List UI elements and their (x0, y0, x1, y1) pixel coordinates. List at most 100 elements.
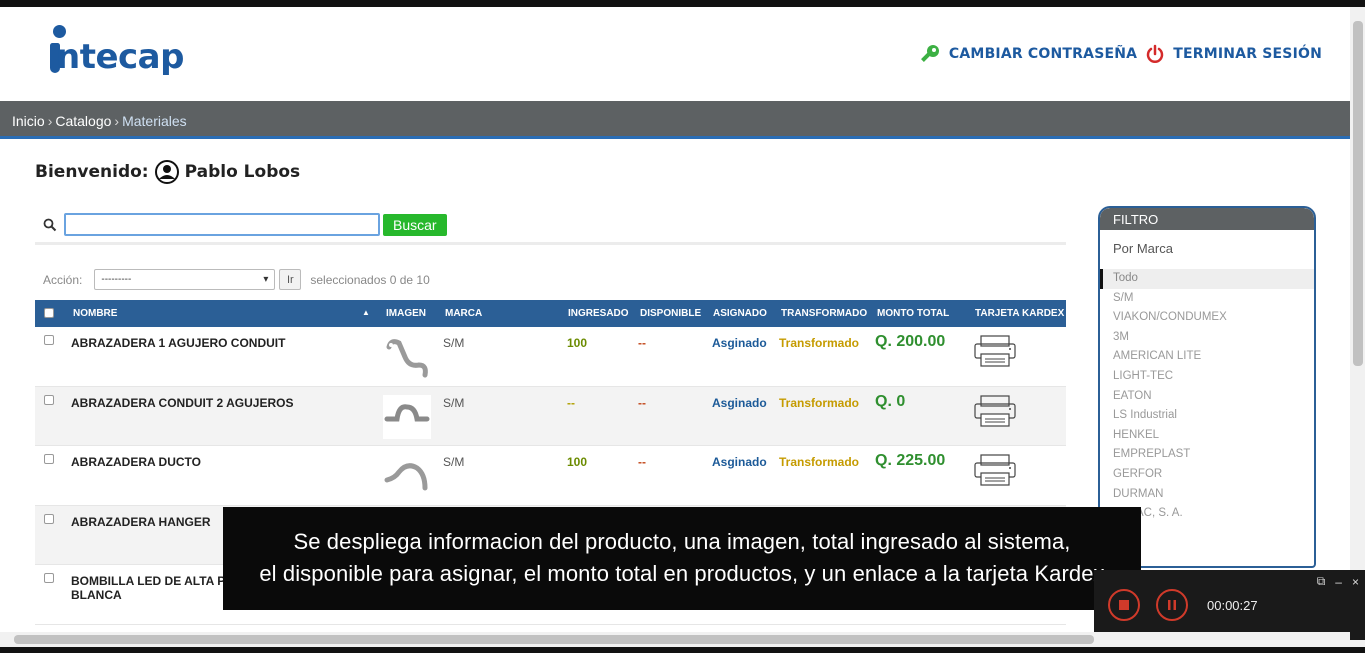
logo[interactable]: ntecap (48, 23, 198, 85)
header-imagen: IMAGEN (386, 308, 426, 319)
top-edge (0, 0, 1365, 7)
logo-text: ntecap (56, 37, 184, 77)
row-checkbox[interactable] (44, 454, 54, 464)
recorder-time: 00:00:27 (1207, 598, 1258, 613)
filter-item[interactable]: S/M (1100, 289, 1314, 309)
action-row: Acción: --------- ▾ Ir seleccionados 0 d… (43, 269, 430, 290)
breadcrumb-sep: › (114, 113, 120, 129)
row-nombre[interactable]: ABRAZADERA DUCTO (71, 455, 201, 469)
row-nombre-line2: BLANCA (71, 588, 122, 602)
header-nombre[interactable]: NOMBRE (73, 308, 117, 319)
header-monto[interactable]: MONTO TOTAL (877, 308, 949, 319)
pause-button[interactable] (1156, 589, 1188, 621)
search-icon (43, 218, 57, 231)
filter-item[interactable]: GERFOR (1100, 465, 1314, 485)
filter-item[interactable]: HENKEL (1100, 426, 1314, 446)
welcome: Bienvenido: Pablo Lobos (35, 160, 300, 184)
filter-item[interactable]: 3M (1100, 328, 1314, 348)
row-asignado[interactable]: Asginado (712, 455, 767, 469)
filter-subtitle: Por Marca (1113, 241, 1173, 256)
minimize-icon[interactable]: – (1335, 575, 1342, 589)
row-nombre-line1: BOMBILLA LED DE ALTA POT (71, 574, 242, 588)
row-transformado[interactable]: Transformado (779, 396, 859, 410)
logout-link[interactable]: TERMINAR SESIÓN (1145, 44, 1322, 64)
row-transformado[interactable]: Transformado (779, 455, 859, 469)
header-asignado[interactable]: ASIGNADO (713, 308, 767, 319)
row-checkbox[interactable] (44, 335, 54, 345)
header-ingresado[interactable]: INGRESADO (568, 308, 629, 319)
row-nombre[interactable]: BOMBILLA LED DE ALTA POT BLANCA (71, 574, 242, 602)
row-disponible: -- (638, 455, 646, 469)
pause-icon (1168, 600, 1176, 610)
row-monto: Q. 0 (875, 392, 906, 410)
filter-item[interactable]: VIAKON/CONDUMEX (1100, 308, 1314, 328)
subtitle-line2: el disponible para asignar, el monto tot… (259, 561, 1105, 586)
row-ingresado: 100 (567, 336, 588, 350)
horizontal-scroll-thumb[interactable] (14, 635, 1094, 644)
filter-item[interactable]: EATON (1100, 387, 1314, 407)
filter-item[interactable]: DURMAN (1100, 485, 1314, 505)
breadcrumb-sep: › (47, 113, 53, 129)
row-disponible: -- (638, 395, 646, 410)
table-row: ABRAZADERA DUCTO S/M 100 -- Asginado Tra… (35, 446, 1066, 506)
subtitle-line1: Se despliega informacion del producto, u… (293, 529, 1071, 554)
row-checkbox[interactable] (44, 394, 54, 405)
filter-item-todo[interactable]: Todo (1100, 269, 1314, 289)
filter-item[interactable]: AMERICAN LITE (1100, 347, 1314, 367)
row-nombre[interactable]: ABRAZADERA CONDUIT 2 AGUJEROS (71, 396, 293, 410)
search-button[interactable]: Buscar (383, 213, 447, 236)
sort-asc-icon[interactable]: ▲ (362, 308, 370, 317)
screen-recorder: ⧉ – × 00:00:27 (1094, 570, 1365, 640)
action-select[interactable]: --------- ▾ (94, 269, 276, 290)
row-nombre[interactable]: ABRAZADERA 1 AGUJERO CONDUIT (71, 336, 285, 350)
filter-item[interactable]: EMPREPLAST (1100, 445, 1314, 465)
row-asignado[interactable]: Asginado (712, 336, 767, 350)
row-transformado[interactable]: Transformado (779, 336, 859, 350)
vertical-scroll-thumb[interactable] (1353, 21, 1363, 366)
filter-item[interactable]: LS Industrial (1100, 406, 1314, 426)
action-label: Acción: (43, 272, 83, 287)
header-kardex: TARJETA KARDEX (975, 308, 1065, 319)
header-transformado[interactable]: TRANSFORMADO (781, 308, 867, 319)
logout-label: TERMINAR SESIÓN (1173, 46, 1322, 62)
search-input[interactable] (64, 213, 380, 236)
printer-icon[interactable] (973, 334, 1017, 368)
row-ingresado: -- (567, 395, 575, 410)
power-icon (1146, 44, 1164, 63)
row-marca: S/M (443, 395, 465, 410)
change-password-link[interactable]: CAMBIAR CONTRASEÑA (919, 43, 1137, 65)
vertical-scrollbar[interactable] (1350, 7, 1365, 647)
key-icon (920, 45, 939, 62)
header: ntecap CAMBIAR CONTRASEÑA TERMINAR SESIÓ… (0, 7, 1350, 101)
go-button[interactable]: Ir (279, 269, 302, 290)
row-checkbox[interactable] (44, 573, 54, 583)
breadcrumb-current: Materiales (122, 113, 187, 129)
search-row: Buscar (43, 213, 447, 236)
breadcrumb-catalog[interactable]: Catalogo (55, 113, 111, 129)
row-disponible: -- (638, 336, 646, 350)
video-subtitle: Se despliega informacion del producto, u… (223, 507, 1141, 610)
close-icon[interactable]: × (1352, 575, 1359, 589)
bottom-edge (0, 647, 1365, 653)
user-icon (154, 160, 179, 184)
row-ingresado: 100 (567, 455, 588, 469)
row-nombre[interactable]: ABRAZADERA HANGER (71, 515, 211, 529)
row-asignado[interactable]: Asginado (712, 396, 767, 410)
breadcrumb-home[interactable]: Inicio (12, 113, 45, 129)
product-image (384, 463, 428, 491)
header-marca[interactable]: MARCA (445, 308, 482, 319)
welcome-label: Bienvenido: (35, 162, 149, 182)
select-all-checkbox[interactable] (44, 308, 54, 318)
header-disponible[interactable]: DISPONIBLE (640, 308, 701, 319)
divider (35, 242, 1066, 245)
stop-button[interactable] (1108, 589, 1140, 621)
table-row: ABRAZADERA CONDUIT 2 AGUJEROS S/M -- -- … (35, 386, 1066, 446)
selection-count: seleccionados 0 de 10 (310, 272, 430, 287)
horizontal-scrollbar[interactable] (0, 632, 1350, 647)
breadcrumb-bar: Inicio › Catalogo › Materiales (0, 101, 1350, 139)
row-checkbox[interactable] (44, 513, 54, 524)
printer-icon[interactable] (973, 394, 1017, 428)
filter-item[interactable]: LIGHT-TEC (1100, 367, 1314, 387)
popout-icon[interactable]: ⧉ (1317, 574, 1326, 589)
printer-icon[interactable] (973, 453, 1017, 487)
